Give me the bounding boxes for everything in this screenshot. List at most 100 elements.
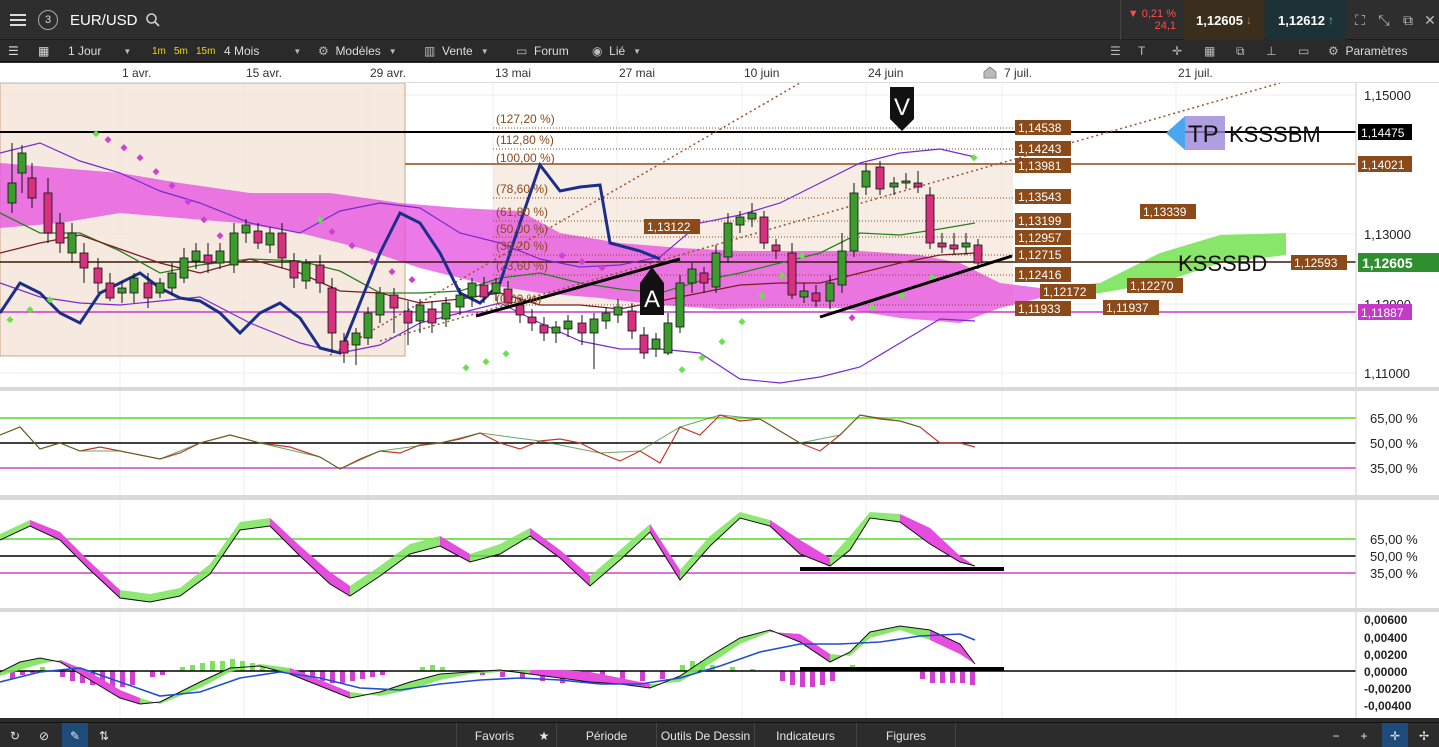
- settings-label: Paramètres: [1345, 44, 1408, 58]
- svg-text:(61,80 %): (61,80 %): [496, 205, 548, 219]
- candle: [589, 318, 599, 334]
- sell-dropdown[interactable]: ▥ Vente ▼: [424, 40, 489, 62]
- rsi-chart[interactable]: 65,00 % 50,00 % 35,00 %: [0, 391, 1439, 495]
- search-icon[interactable]: [145, 0, 161, 40]
- marker-v[interactable]: V: [890, 87, 914, 131]
- macd-histogram-bar: [220, 661, 225, 671]
- candle: [467, 282, 477, 298]
- text-tool-icon[interactable]: T: [1138, 40, 1145, 62]
- macd-histogram-bar: [190, 665, 195, 671]
- candle: [613, 306, 623, 316]
- expand-icon[interactable]: ✢: [1412, 723, 1436, 747]
- macd-signal: [0, 633, 976, 697]
- minus-icon[interactable]: −: [1324, 723, 1348, 747]
- period-dropdown[interactable]: 1 Jour ▼: [68, 40, 144, 62]
- crosshair-icon[interactable]: ✛: [1382, 723, 1408, 747]
- window-fullscreen-icon[interactable]: ⛶: [1348, 0, 1372, 40]
- layers-icon[interactable]: ⧉: [1236, 40, 1245, 62]
- candle: [799, 290, 809, 298]
- arrow-up-icon: ↑: [1328, 13, 1334, 27]
- star-icon[interactable]: ★: [532, 723, 556, 747]
- candle-type-icon[interactable]: ⊥: [1266, 40, 1276, 62]
- quick-15m-button[interactable]: 15m: [196, 40, 215, 62]
- candle: [937, 242, 947, 248]
- sell-price-button[interactable]: 1,12605 ↓: [1184, 0, 1264, 40]
- svg-text:0,00600: 0,00600: [1364, 613, 1408, 627]
- svg-text:1,11887: 1,11887: [1361, 306, 1404, 320]
- price-chart[interactable]: A V (127,20 %) (112,80 %) (100,00 %) (78…: [0, 82, 1439, 387]
- home-marker-icon[interactable]: [982, 66, 998, 80]
- layout-number-badge[interactable]: 3: [38, 10, 58, 30]
- date-label: 29 avr.: [370, 66, 407, 80]
- disable-icon[interactable]: ⊘: [32, 723, 56, 747]
- candle: [415, 304, 425, 322]
- candle: [663, 322, 673, 354]
- macd-histogram-bar: [200, 663, 205, 671]
- menu-icon[interactable]: [6, 0, 30, 40]
- svg-text:1,11937: 1,11937: [1106, 301, 1149, 315]
- close-icon[interactable]: ✕: [1418, 0, 1439, 40]
- crosshair-icon[interactable]: ✛: [1172, 40, 1182, 62]
- svg-text:1,14538: 1,14538: [1018, 121, 1062, 135]
- candle: [363, 312, 373, 339]
- macd-histogram-bar: [680, 665, 685, 671]
- chevron-down-icon: ▼: [633, 46, 642, 56]
- indicator-list-icon[interactable]: ☰: [1110, 40, 1121, 62]
- candle: [455, 294, 465, 308]
- macd-histogram-bar: [960, 671, 965, 683]
- pencil-icon[interactable]: ✎: [62, 723, 88, 747]
- candle: [79, 252, 89, 269]
- macd-histogram-bar: [210, 661, 215, 671]
- svg-text:(0,00 %): (0,00 %): [496, 292, 541, 306]
- candle: [675, 282, 685, 328]
- collapse-icon[interactable]: ⤡: [1372, 0, 1396, 40]
- symbol-label[interactable]: EUR/USD: [70, 0, 138, 40]
- candle: [825, 282, 835, 302]
- macd-line: [0, 625, 976, 705]
- stochastic-chart[interactable]: 65,00 % 50,00 % 35,00 %: [0, 500, 1439, 608]
- forum-button[interactable]: ▭ Forum: [516, 40, 569, 62]
- grid-lines-icon[interactable]: ▦: [1204, 40, 1215, 62]
- drawing-tools-button[interactable]: Outils De Dessin: [656, 723, 754, 747]
- buy-price-button[interactable]: 1,12612 ↑: [1266, 0, 1346, 40]
- macd-histogram-bar: [920, 671, 925, 679]
- candle: [191, 250, 201, 262]
- quick-5m-button[interactable]: 5m: [174, 40, 188, 62]
- tp-annotation[interactable]: TP KSSSBM: [1166, 116, 1321, 150]
- indicators-button[interactable]: Indicateurs: [754, 723, 856, 747]
- grid-view-icon[interactable]: ▦: [38, 40, 49, 62]
- svg-text:-0,00200: -0,00200: [1364, 682, 1412, 696]
- candle: [687, 268, 697, 284]
- refresh-icon[interactable]: ↻: [4, 723, 26, 747]
- svg-text:65,00 %: 65,00 %: [1370, 532, 1418, 547]
- sliders-icon: ⚙: [318, 44, 329, 58]
- settings-button[interactable]: ⚙ Paramètres: [1328, 40, 1407, 62]
- favorites-button[interactable]: Favoris: [456, 723, 532, 747]
- plus-icon[interactable]: +: [1352, 723, 1376, 747]
- date-label: 27 mai: [619, 66, 656, 80]
- ksssbd-label: KSSSBD: [1178, 251, 1267, 276]
- rsi-panel[interactable]: 65,00 % 50,00 % 35,00 %: [0, 391, 1439, 495]
- models-dropdown[interactable]: ⚙ Modèles ▼: [318, 40, 397, 62]
- figures-button[interactable]: Figures: [856, 723, 956, 747]
- macd-histogram-bar: [150, 671, 155, 677]
- comment-icon[interactable]: ▭: [1298, 40, 1309, 62]
- stochastic-panel[interactable]: 65,00 % 50,00 % 35,00 %: [0, 500, 1439, 608]
- candle: [901, 180, 911, 184]
- date-axis: 1 avr. 15 avr. 29 avr. 13 mai 27 mai 10 …: [0, 63, 1439, 83]
- candle: [117, 287, 127, 294]
- move-icon[interactable]: ⇅: [92, 723, 116, 747]
- price-chart-panel[interactable]: A V (127,20 %) (112,80 %) (100,00 %) (78…: [0, 82, 1439, 387]
- rsi-axis: 65,00 % 50,00 % 35,00 %: [1370, 411, 1418, 476]
- range-dropdown[interactable]: 4 Mois ▼: [224, 40, 308, 62]
- list-view-icon[interactable]: ☰: [8, 40, 19, 62]
- quick-1m-button[interactable]: 1m: [152, 40, 166, 62]
- macd-chart[interactable]: 0,00600 0,00400 0,00200 0,00000 -0,00200…: [0, 612, 1439, 718]
- popout-icon[interactable]: ⧉: [1396, 0, 1420, 40]
- svg-text:65,00 %: 65,00 %: [1370, 411, 1418, 426]
- linked-dropdown[interactable]: ◉ Lié ▼: [592, 40, 641, 62]
- period-button[interactable]: Période: [556, 723, 656, 747]
- svg-text:(38,20 %): (38,20 %): [496, 239, 548, 253]
- macd-panel[interactable]: 0,00600 0,00400 0,00200 0,00000 -0,00200…: [0, 612, 1439, 718]
- gear-icon: ⚙: [1328, 44, 1339, 58]
